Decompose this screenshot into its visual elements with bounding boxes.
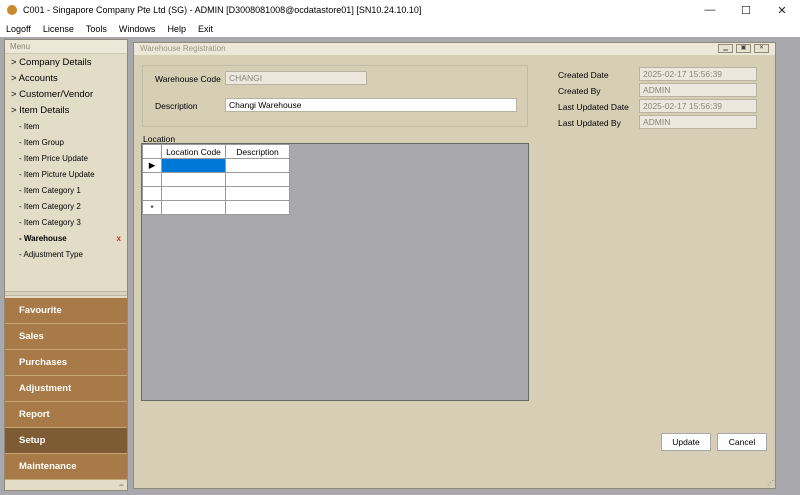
minimize-button[interactable]: — [692, 0, 728, 20]
table-row [142, 172, 290, 187]
warehouse-code-label: Warehouse Code [155, 74, 221, 84]
menu-bar: Logoff License Tools Windows Help Exit [0, 20, 800, 37]
module-favourite[interactable]: Favourite [5, 298, 127, 324]
grid-cell[interactable] [225, 158, 290, 173]
sidebar: Menu > Company Details > Accounts > Cust… [4, 39, 128, 491]
warehouse-fields-group: Warehouse Code CHANGI Description Changi… [142, 65, 528, 127]
created-by-field[interactable]: ADMIN [639, 83, 757, 97]
last-updated-by-field[interactable]: ADMIN [639, 115, 757, 129]
tree-item-category-2[interactable]: - Item Category 2 [5, 199, 127, 215]
app-logo-icon [7, 5, 17, 15]
last-updated-date-label: Last Updated Date [558, 102, 629, 112]
col-description[interactable]: Description [225, 144, 290, 159]
tree-item-price-update[interactable]: - Item Price Update [5, 151, 127, 167]
resize-grip-icon[interactable]: ⋰ [767, 479, 774, 487]
table-row [142, 186, 290, 201]
window-title: C001 - Singapore Company Pte Ltd (SG) - … [23, 5, 422, 15]
tree-item-category-3[interactable]: - Item Category 3 [5, 215, 127, 231]
row-marker-current-icon[interactable]: ▶ [142, 158, 162, 173]
expand-icon[interactable]: ⇔ [118, 482, 125, 489]
module-report[interactable]: Report [5, 402, 127, 428]
module-purchases[interactable]: Purchases [5, 350, 127, 376]
close-tab-icon[interactable]: x [117, 231, 121, 247]
module-adjustment[interactable]: Adjustment [5, 376, 127, 402]
warehouse-registration-window: Warehouse Registration ▁ ▣ ✕ Warehouse C… [133, 42, 776, 489]
created-date-field[interactable]: 2025-02-17 15:56:39 [639, 67, 757, 81]
child-close-icon[interactable]: ✕ [754, 44, 769, 53]
table-row: * [142, 200, 290, 215]
menu-windows[interactable]: Windows [119, 24, 156, 34]
warehouse-code-field[interactable]: CHANGI [225, 71, 367, 85]
created-date-label: Created Date [558, 70, 609, 80]
module-maintenance[interactable]: Maintenance [5, 454, 127, 480]
cancel-button[interactable]: Cancel [717, 433, 767, 451]
description-label: Description [155, 101, 198, 111]
maximize-button[interactable]: ☐ [728, 0, 764, 20]
new-row-marker-icon[interactable]: * [142, 200, 162, 215]
window-controls: — ☐ ✕ [692, 0, 800, 20]
col-location-code[interactable]: Location Code [161, 144, 226, 159]
menu-tools[interactable]: Tools [86, 24, 107, 34]
tree-customer-vendor[interactable]: > Customer/Vendor [5, 87, 127, 103]
update-button[interactable]: Update [661, 433, 711, 451]
tree-item-picture-update[interactable]: - Item Picture Update [5, 167, 127, 183]
grid-corner[interactable] [142, 144, 162, 159]
location-grid[interactable]: Location Code Description ▶ * [141, 143, 529, 401]
child-title-bar: Warehouse Registration ▁ ▣ ✕ [134, 43, 775, 55]
created-by-label: Created By [558, 86, 601, 96]
tree-adjustment-type[interactable]: - Adjustment Type [5, 247, 127, 263]
title-bar: C001 - Singapore Company Pte Ltd (SG) - … [0, 0, 800, 20]
module-list: Favourite Sales Purchases Adjustment Rep… [5, 298, 127, 480]
grid-cell[interactable] [161, 186, 226, 201]
close-window-button[interactable]: ✕ [764, 0, 800, 20]
description-field[interactable]: Changi Warehouse [225, 98, 517, 112]
module-sales[interactable]: Sales [5, 324, 127, 350]
sidebar-header: Menu [5, 40, 127, 54]
grid-cell[interactable] [225, 172, 290, 187]
row-header[interactable] [142, 186, 162, 201]
menu-exit[interactable]: Exit [198, 24, 213, 34]
tree-company-details[interactable]: > Company Details [5, 55, 127, 71]
module-setup[interactable]: Setup [5, 428, 127, 454]
last-updated-by-label: Last Updated By [558, 118, 621, 128]
grid-header-row: Location Code Description [142, 144, 290, 159]
last-updated-date-field[interactable]: 2025-02-17 15:56:39 [639, 99, 757, 113]
grid-cell[interactable] [161, 172, 226, 187]
tree-warehouse-label: - Warehouse [19, 234, 67, 243]
menu-logoff[interactable]: Logoff [6, 24, 31, 34]
menu-tree: > Company Details > Accounts > Customer/… [5, 55, 127, 290]
tree-accounts[interactable]: > Accounts [5, 71, 127, 87]
grid-cell[interactable] [161, 158, 226, 173]
menu-help[interactable]: Help [167, 24, 186, 34]
panel-splitter[interactable] [5, 291, 127, 296]
child-restore-icon[interactable]: ▣ [736, 44, 751, 53]
tree-item[interactable]: - Item [5, 119, 127, 135]
row-header[interactable] [142, 172, 162, 187]
tree-item-details[interactable]: > Item Details [5, 103, 127, 119]
grid-cell[interactable] [161, 200, 226, 215]
location-table: Location Code Description ▶ * [142, 144, 290, 215]
grid-cell[interactable] [225, 200, 290, 215]
tree-item-group[interactable]: - Item Group [5, 135, 127, 151]
tree-warehouse[interactable]: - Warehouse x [5, 231, 127, 247]
tree-item-category-1[interactable]: - Item Category 1 [5, 183, 127, 199]
child-minimize-icon[interactable]: ▁ [718, 44, 733, 53]
sidebar-footer: ⇔ [5, 480, 127, 490]
grid-cell[interactable] [225, 186, 290, 201]
menu-license[interactable]: License [43, 24, 74, 34]
table-row: ▶ [142, 158, 290, 173]
child-window-controls: ▁ ▣ ✕ [718, 44, 769, 53]
child-window-title: Warehouse Registration [140, 44, 226, 53]
mdi-area: Menu > Company Details > Accounts > Cust… [0, 37, 800, 495]
